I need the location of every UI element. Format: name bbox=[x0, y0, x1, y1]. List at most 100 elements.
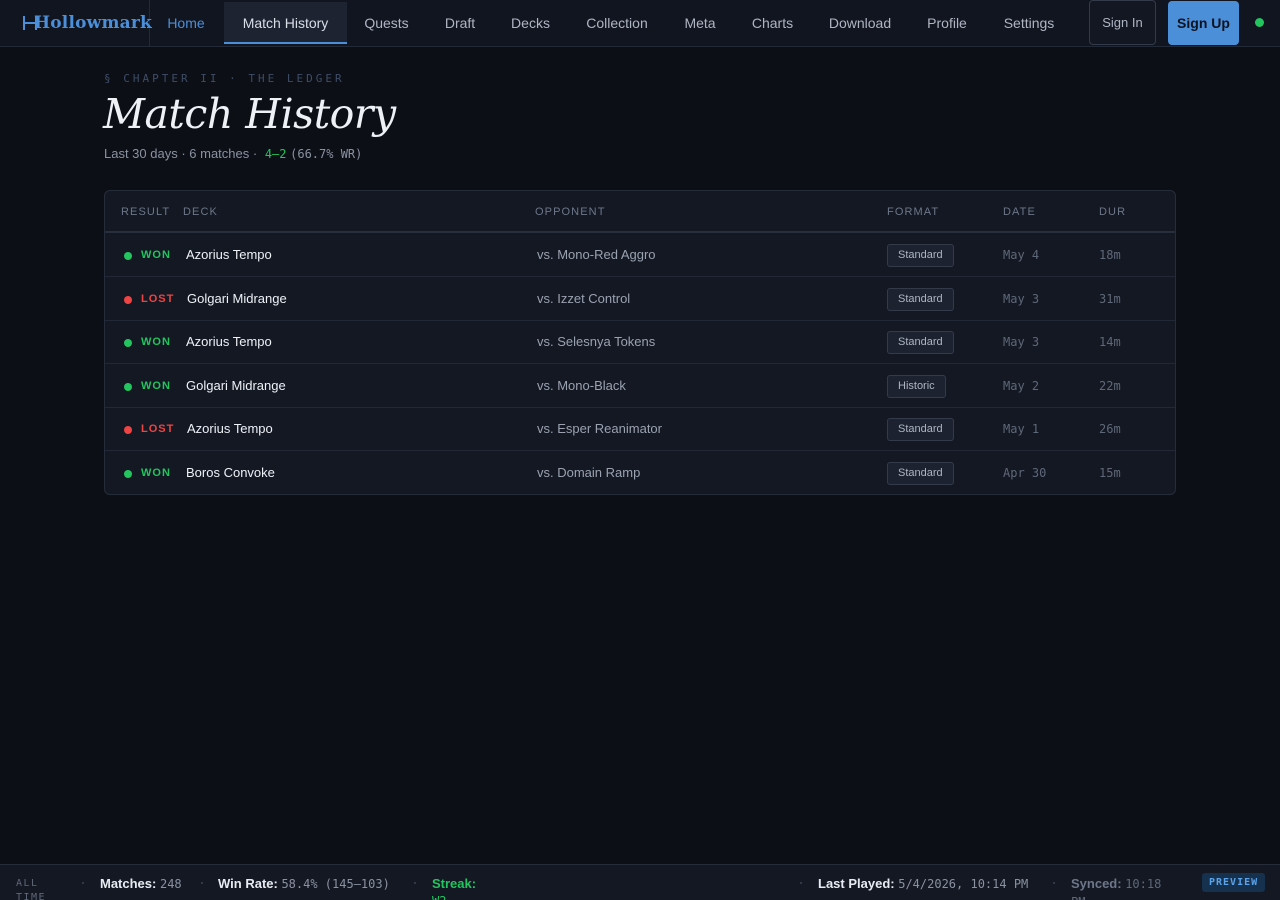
match-duration: 26m bbox=[1099, 422, 1121, 436]
footer-separator bbox=[414, 882, 416, 884]
footer-streak-label: Streak: bbox=[432, 876, 477, 891]
match-duration: 31m bbox=[1099, 292, 1121, 306]
footer-last-played-label: Last Played: bbox=[818, 876, 895, 891]
nav-draft[interactable]: Draft bbox=[426, 2, 494, 44]
result-indicator-icon bbox=[124, 470, 132, 478]
nav-collection[interactable]: Collection bbox=[567, 2, 667, 44]
match-duration: 18m bbox=[1099, 248, 1121, 262]
column-header-duration[interactable]: DUR bbox=[1099, 206, 1126, 218]
match-duration: 14m bbox=[1099, 335, 1121, 349]
footer-winrate: Win Rate: 58.4% (145–103) bbox=[218, 875, 398, 893]
brand-name: Hollowmark bbox=[34, 13, 153, 33]
nav-profile[interactable]: Profile bbox=[908, 2, 986, 44]
result-label: WON bbox=[141, 249, 171, 261]
match-duration: 15m bbox=[1099, 466, 1121, 480]
table-row[interactable]: WON Golgari Midrange vs. Mono-Black Hist… bbox=[105, 364, 1175, 408]
footer-separator bbox=[82, 882, 84, 884]
top-nav: Hollowmark Home Match History Quests Dra… bbox=[0, 0, 1280, 47]
column-header-result[interactable]: RESULT bbox=[121, 206, 170, 218]
column-header-deck[interactable]: DECK bbox=[183, 206, 218, 218]
nav-meta[interactable]: Meta bbox=[667, 2, 733, 44]
footer-separator bbox=[1053, 882, 1055, 884]
summary-winrate: (66.7% WR) bbox=[290, 147, 363, 161]
match-date: May 2 bbox=[1003, 379, 1040, 393]
column-header-format[interactable]: FORMAT bbox=[887, 206, 939, 218]
footer-scope-label: ALL TIME bbox=[16, 878, 47, 900]
nav-charts[interactable]: Charts bbox=[733, 2, 812, 44]
match-table: RESULT DECK OPPONENT FORMAT DATE DUR WON… bbox=[104, 190, 1176, 495]
summary-period: Last 30 days · 6 matches · bbox=[104, 146, 258, 161]
deck-name: Azorius Tempo bbox=[186, 247, 272, 262]
sign-up-button[interactable]: Sign Up bbox=[1168, 1, 1239, 45]
table-row[interactable]: LOST Azorius Tempo vs. Esper Reanimator … bbox=[105, 407, 1175, 451]
result-indicator-icon bbox=[124, 296, 132, 304]
opponent-name: vs. Esper Reanimator bbox=[537, 421, 662, 436]
opponent-name: vs. Izzet Control bbox=[537, 291, 631, 306]
online-status-indicator bbox=[1255, 18, 1264, 27]
format-badge: Standard bbox=[887, 418, 954, 441]
table-row[interactable]: WON Azorius Tempo vs. Mono-Red Aggro Sta… bbox=[105, 233, 1175, 277]
footer-separator bbox=[201, 882, 203, 884]
format-badge: Standard bbox=[887, 331, 954, 354]
deck-name: Golgari Midrange bbox=[187, 291, 287, 306]
table-row[interactable]: LOST Golgari Midrange vs. Izzet Control … bbox=[105, 277, 1175, 321]
footer-synced: Synced: 10:18 PM bbox=[1071, 875, 1181, 900]
nav-download[interactable]: Download bbox=[812, 2, 908, 44]
brand[interactable]: Hollowmark bbox=[0, 0, 153, 46]
footer-streak: Streak: W2 bbox=[432, 875, 492, 900]
match-summary: Last 30 days · 6 matches · 4–2 (66.7% WR… bbox=[104, 146, 362, 161]
footer-matches-label: Matches: bbox=[100, 876, 157, 891]
result-label: WON bbox=[141, 467, 171, 479]
stats-footer: ALL TIME Matches: 248 Win Rate: 58.4% (1… bbox=[0, 864, 1280, 900]
nav-home[interactable]: Home bbox=[150, 2, 222, 44]
result-label: LOST bbox=[141, 423, 175, 435]
nav-settings[interactable]: Settings bbox=[986, 2, 1072, 44]
match-date: Apr 30 bbox=[1003, 466, 1047, 480]
result-indicator-icon bbox=[124, 383, 132, 391]
opponent-name: vs. Selesnya Tokens bbox=[537, 334, 656, 349]
deck-name: Azorius Tempo bbox=[187, 421, 273, 436]
column-header-date[interactable]: DATE bbox=[1003, 206, 1036, 218]
footer-last-played: Last Played: 5/4/2026, 10:14 PM bbox=[818, 875, 1038, 893]
opponent-name: vs. Domain Ramp bbox=[537, 465, 641, 480]
format-badge: Standard bbox=[887, 288, 954, 311]
page-title: Match History bbox=[103, 90, 396, 138]
table-row[interactable]: WON Azorius Tempo vs. Selesnya Tokens St… bbox=[105, 320, 1175, 364]
footer-separator bbox=[800, 882, 802, 884]
table-row[interactable]: WON Boros Convoke vs. Domain Ramp Standa… bbox=[105, 451, 1175, 494]
nav-decks[interactable]: Decks bbox=[494, 2, 567, 44]
result-indicator-icon bbox=[124, 339, 132, 347]
summary-record: 4–2 bbox=[264, 147, 287, 161]
match-date: May 3 bbox=[1003, 335, 1040, 349]
deck-name: Boros Convoke bbox=[186, 465, 275, 480]
format-badge: Historic bbox=[887, 375, 946, 398]
footer-matches: Matches: 248 bbox=[100, 875, 190, 893]
opponent-name: vs. Mono-Red Aggro bbox=[537, 247, 656, 262]
result-label: LOST bbox=[141, 293, 175, 305]
footer-synced-label: Synced: bbox=[1071, 876, 1122, 891]
format-badge: Standard bbox=[887, 244, 954, 267]
match-duration: 22m bbox=[1099, 379, 1121, 393]
footer-winrate-value: 58.4% (145–103) bbox=[281, 877, 390, 891]
deck-name: Azorius Tempo bbox=[186, 334, 272, 349]
table-header: RESULT DECK OPPONENT FORMAT DATE DUR bbox=[105, 191, 1175, 233]
match-date: May 4 bbox=[1003, 248, 1040, 262]
format-badge: Standard bbox=[887, 462, 954, 485]
result-indicator-icon bbox=[124, 426, 132, 434]
column-header-opponent[interactable]: OPPONENT bbox=[535, 206, 606, 218]
footer-matches-value: 248 bbox=[159, 877, 182, 891]
result-indicator-icon bbox=[124, 252, 132, 260]
deck-name: Golgari Midrange bbox=[186, 378, 286, 393]
match-date: May 1 bbox=[1003, 422, 1040, 436]
preview-badge: PREVIEW bbox=[1202, 873, 1266, 892]
sign-in-button[interactable]: Sign In bbox=[1089, 0, 1156, 45]
nav-match-history[interactable]: Match History bbox=[224, 2, 347, 44]
chapter-eyebrow: § CHAPTER II · THE LEDGER bbox=[104, 72, 345, 85]
result-label: WON bbox=[141, 380, 171, 392]
match-date: May 3 bbox=[1003, 292, 1040, 306]
result-label: WON bbox=[141, 336, 171, 348]
nav-quests[interactable]: Quests bbox=[347, 2, 426, 44]
footer-winrate-label: Win Rate: bbox=[218, 876, 278, 891]
footer-streak-value: W2 bbox=[432, 894, 446, 900]
footer-last-played-value: 5/4/2026, 10:14 PM bbox=[898, 877, 1029, 891]
